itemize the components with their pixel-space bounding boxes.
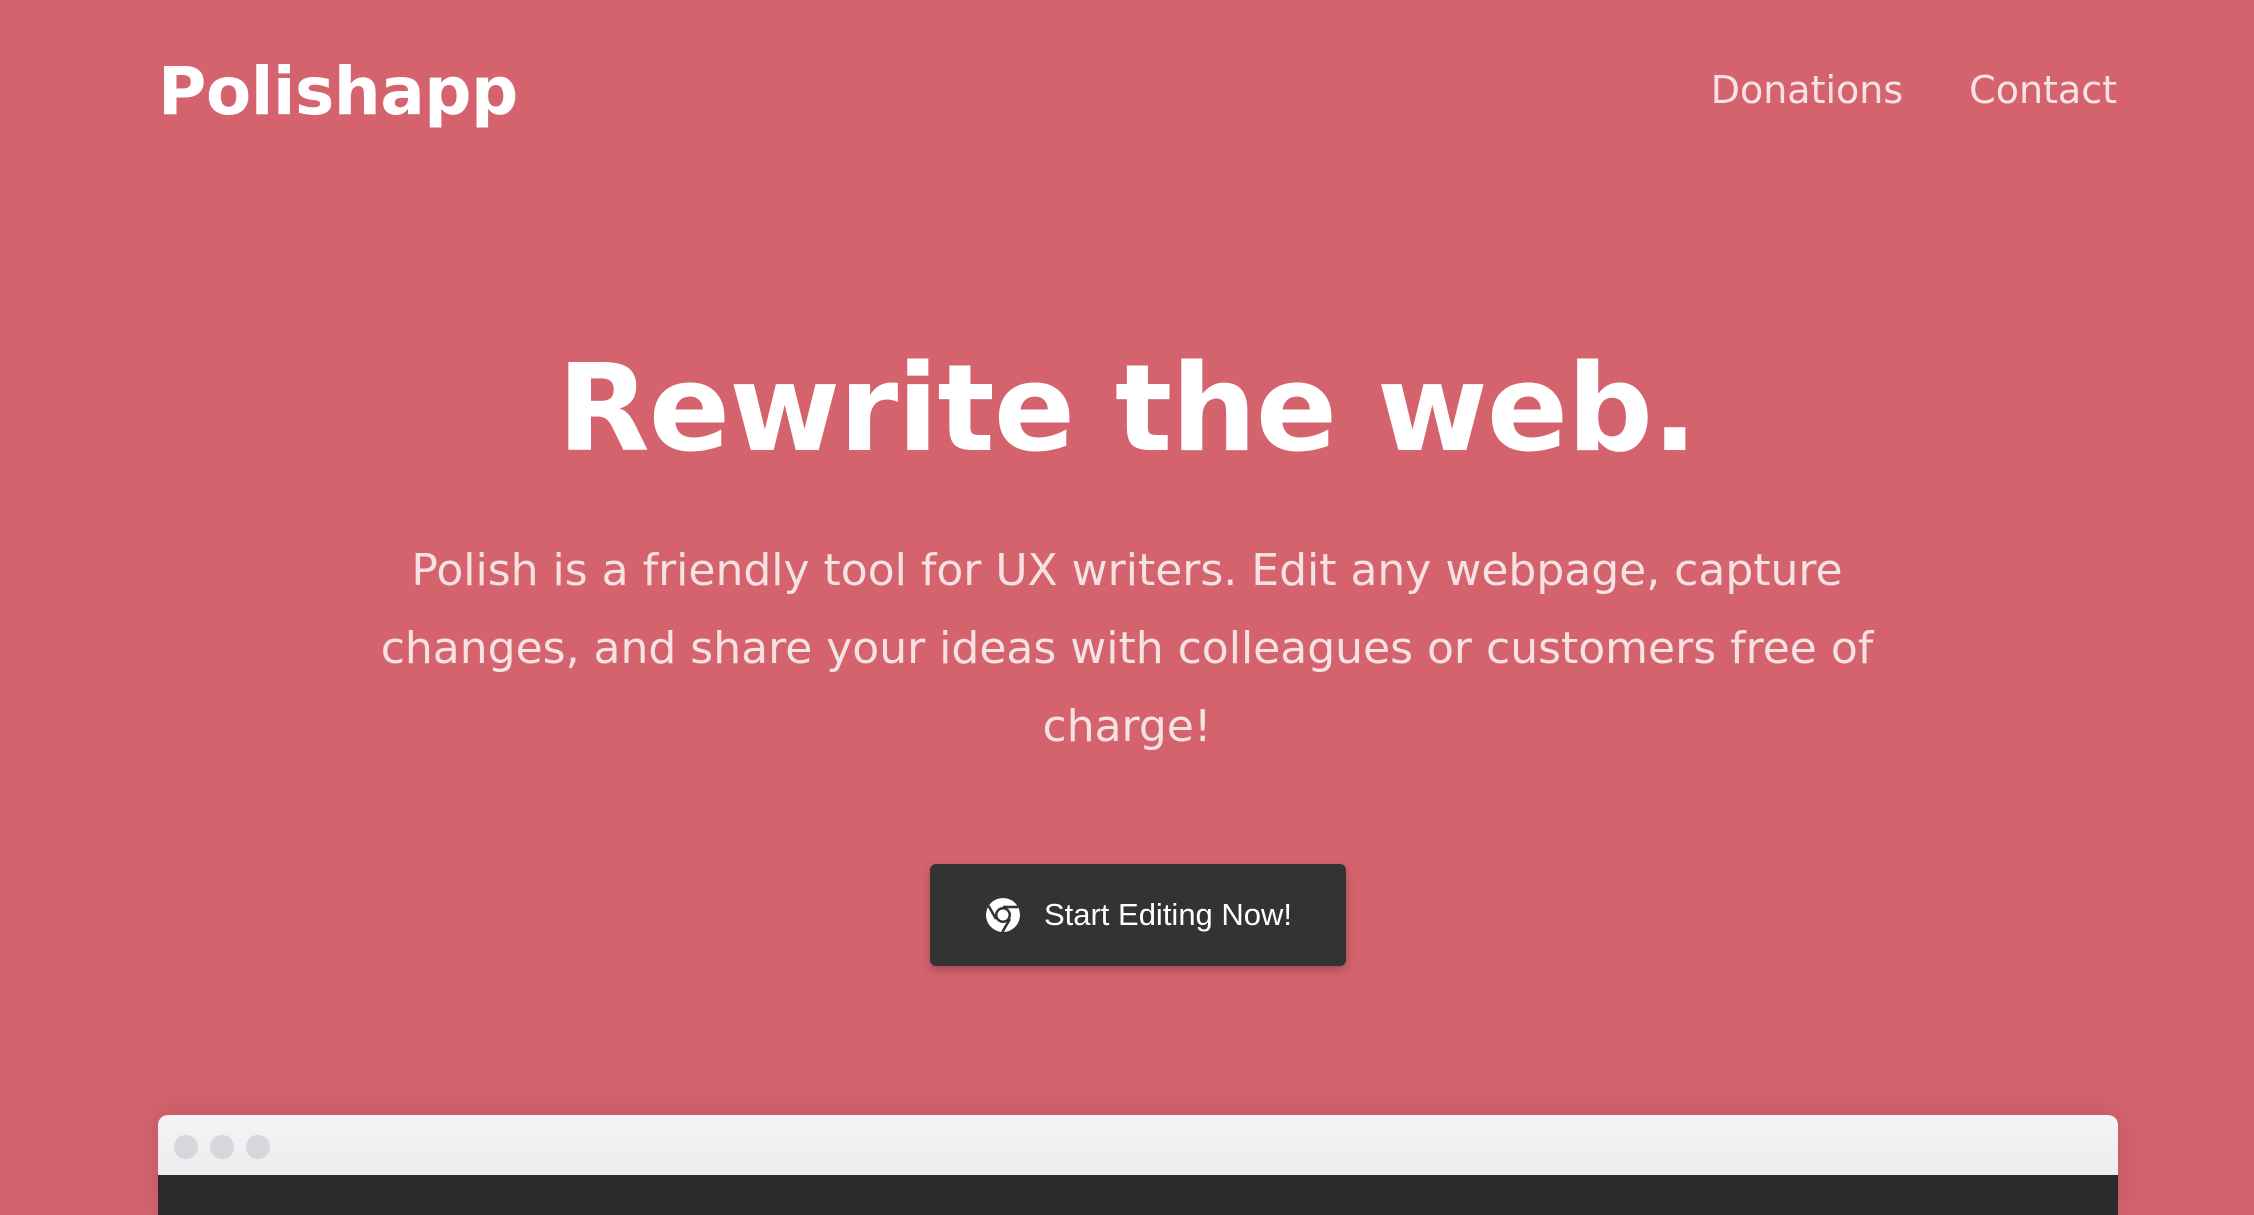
browser-mockup bbox=[158, 1115, 2118, 1215]
start-editing-label: Start Editing Now! bbox=[1043, 897, 1293, 932]
brand-logo[interactable]: Polishapp bbox=[158, 48, 518, 136]
hero-subtitle: Polish is a friendly tool for UX writers… bbox=[380, 545, 1874, 752]
mockup-screen bbox=[158, 1175, 2118, 1215]
window-dot bbox=[246, 1135, 270, 1159]
main-nav: Donations Contact bbox=[1711, 62, 2117, 118]
chrome-icon bbox=[984, 896, 1022, 934]
hero-section: Rewrite the web. Polish is a friendly to… bbox=[0, 340, 2254, 766]
nav-link-contact[interactable]: Contact bbox=[1969, 62, 2117, 118]
window-dot bbox=[174, 1135, 198, 1159]
site-header: Polishapp Donations Contact bbox=[0, 0, 2254, 180]
window-dot bbox=[210, 1135, 234, 1159]
window-controls bbox=[174, 1135, 270, 1159]
hero-title: Rewrite the web. bbox=[557, 340, 1697, 479]
nav-link-donations[interactable]: Donations bbox=[1711, 62, 1903, 118]
start-editing-button[interactable]: Start Editing Now! bbox=[930, 864, 1346, 966]
